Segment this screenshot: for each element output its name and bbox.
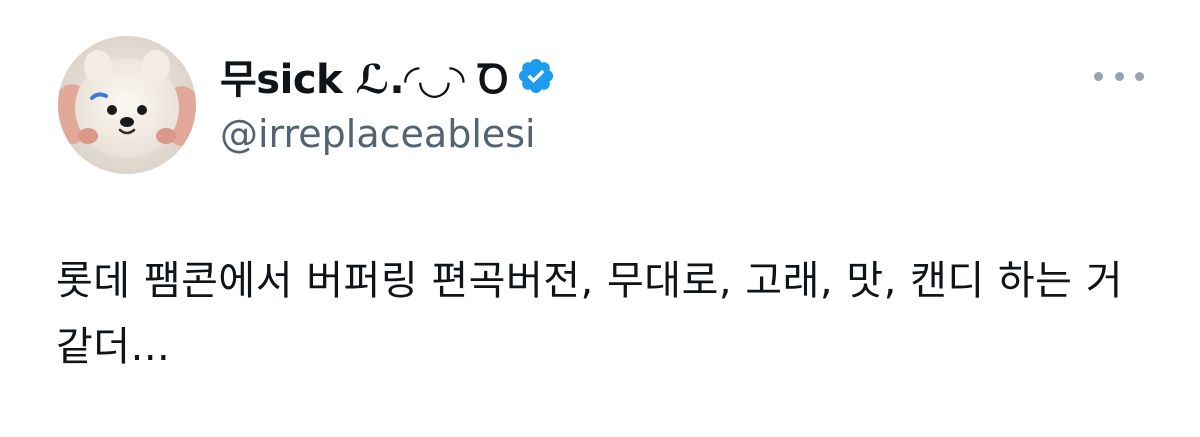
more-dot [1114,71,1124,81]
tweet-header: 무sick ℒ.◜◡◝ Ꝺ @irreplaceablesi [220,44,556,156]
more-dot [1094,71,1103,81]
avatar[interactable] [58,36,196,174]
display-name[interactable]: 무sick ℒ.◜◡◝ Ꝺ [220,47,509,105]
name-row: 무sick ℒ.◜◡◝ Ꝺ [220,44,556,108]
tweet-card: 무sick ℒ.◜◡◝ Ꝺ @irreplaceablesi 롯데 팸콘에서 버… [0,0,1200,437]
dog-avatar-icon [58,36,196,174]
handle[interactable]: @irreplaceablesi [220,112,556,156]
tweet-text: 롯데 팸콘에서 버퍼링 편곡버전, 무대로, 고래, 맛, 캔디 하는 거 같더… [56,258,1123,370]
more-dot [1135,71,1144,81]
more-options-icon[interactable] [1094,62,1144,90]
verified-badge-icon[interactable] [516,56,556,96]
